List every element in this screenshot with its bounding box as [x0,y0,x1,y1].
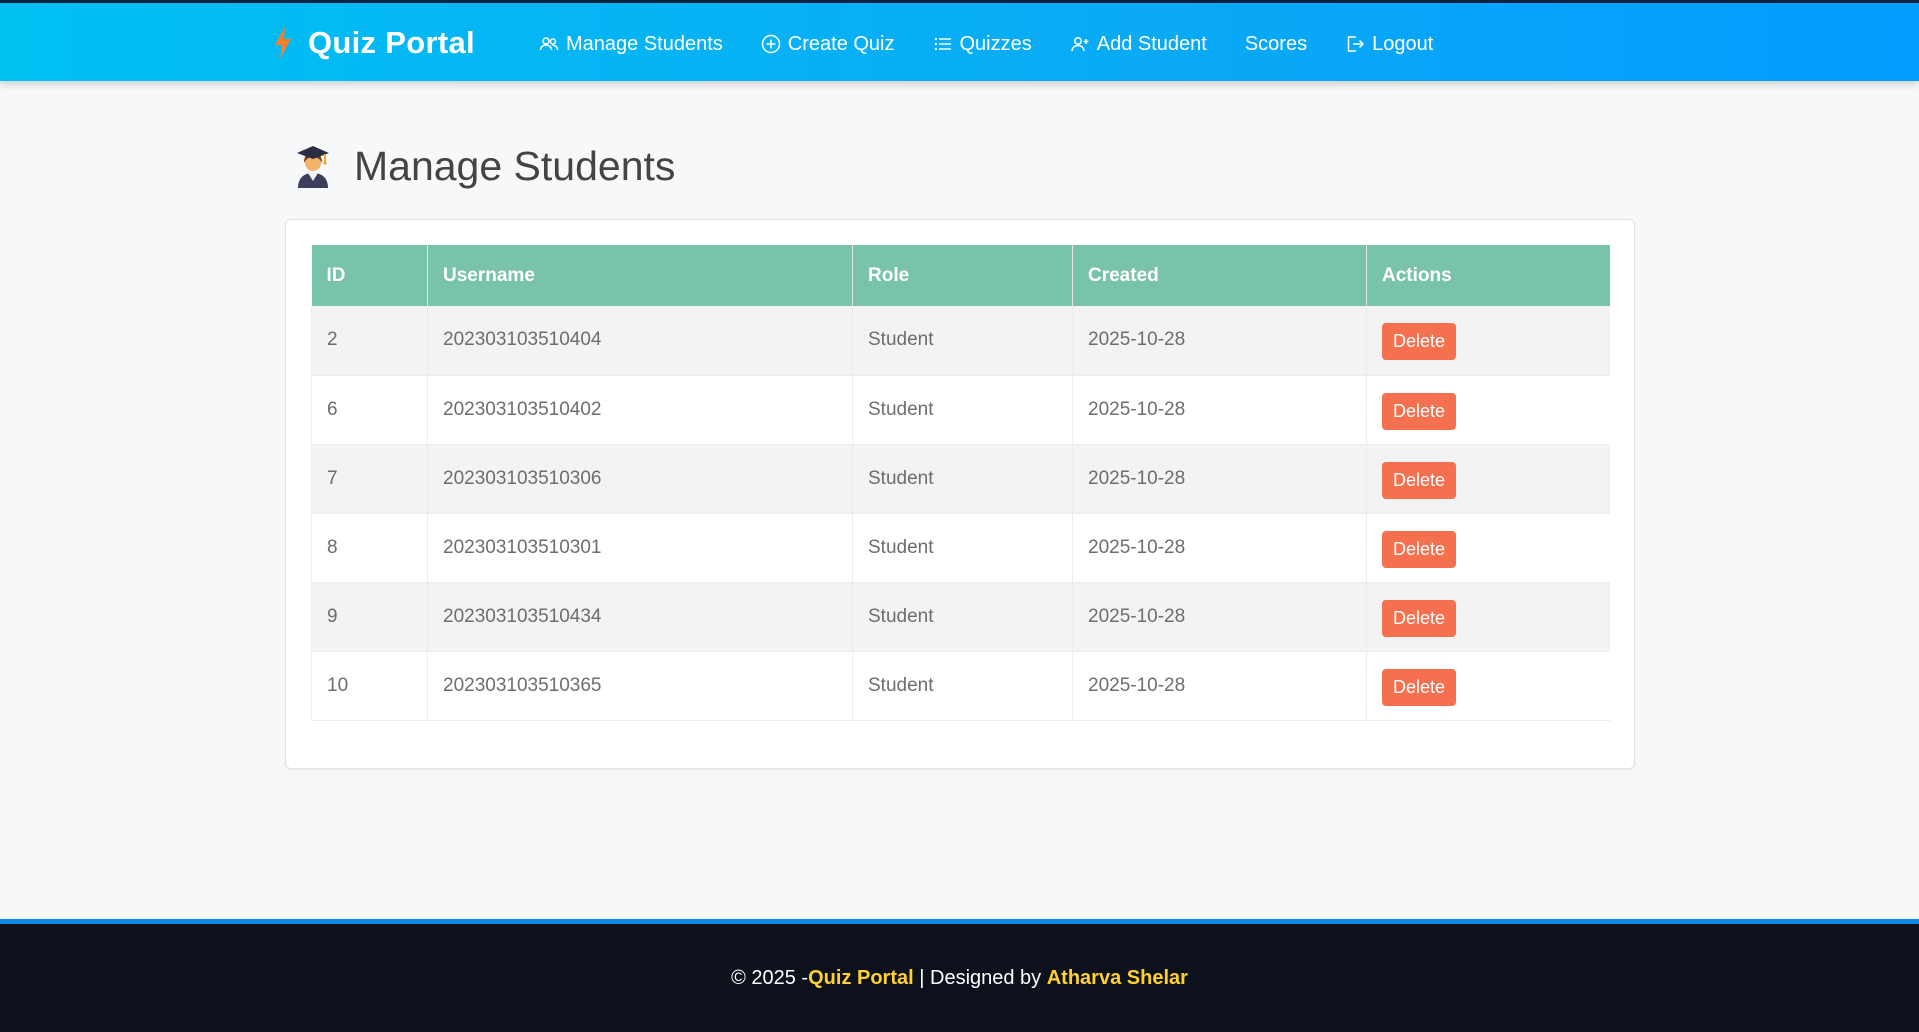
header-actions: Actions [1366,245,1610,306]
cell-actions: Delete [1366,375,1610,445]
cell-id: 9 [311,582,428,652]
table-row: 2 202303103510404 Student 2025-10-28 Del… [311,306,1610,376]
header-id: ID [311,245,428,306]
nav-links: Manage Students Create Quiz Quizzes Add … [520,23,1452,65]
nav-add-student[interactable]: Add Student [1051,33,1226,56]
page-title: Manage Students [354,142,676,189]
cell-id: 6 [311,375,428,445]
cell-role: Student [852,375,1073,445]
cell-role: Student [852,444,1073,514]
logout-icon [1347,36,1365,52]
cell-username: 202303103510404 [427,306,853,376]
cell-actions: Delete [1366,651,1610,721]
users-icon [539,37,559,51]
cell-role: Student [852,651,1073,721]
nav-label: Quizzes [959,32,1032,55]
cell-created: 2025-10-28 [1072,651,1367,721]
header-role: Role [852,245,1073,306]
cell-created: 2025-10-28 [1072,306,1367,376]
cell-actions: Delete [1366,306,1610,376]
delete-button[interactable]: Delete [1382,599,1457,637]
navbar: Quiz Portal Manage Students Create Quiz … [0,0,1919,81]
list-icon [934,37,951,51]
brand-link[interactable]: Quiz Portal [272,21,475,65]
footer-copyright: © 2025 - [731,966,809,989]
nav-label: Manage Students [566,32,723,55]
delete-button[interactable]: Delete [1382,668,1457,706]
user-plus-icon [1071,37,1089,52]
cell-created: 2025-10-28 [1072,375,1367,445]
cell-username: 202303103510365 [427,651,853,721]
table-row: 9 202303103510434 Student 2025-10-28 Del… [311,582,1610,652]
cell-role: Student [852,582,1073,652]
cell-id: 10 [311,651,428,721]
cell-role: Student [852,513,1073,583]
cell-created: 2025-10-28 [1072,444,1367,514]
table-header-row: ID Username Role Created Actions [311,245,1610,306]
table-row: 10 202303103510365 Student 2025-10-28 De… [311,651,1610,721]
nav-create-quiz[interactable]: Create Quiz [742,33,914,56]
nav-scores[interactable]: Scores [1226,33,1326,56]
nav-label: Create Quiz [787,32,895,55]
delete-button[interactable]: Delete [1382,392,1457,430]
table-row: 6 202303103510402 Student 2025-10-28 Del… [311,375,1610,445]
footer-brand: Quiz Portal [808,966,914,989]
nav-quizzes[interactable]: Quizzes [914,33,1051,56]
brand-title: Quiz Portal [308,25,475,60]
lightning-icon [275,27,291,59]
cell-id: 2 [311,306,428,376]
delete-button[interactable]: Delete [1382,323,1457,361]
cell-username: 202303103510306 [427,444,853,514]
cell-username: 202303103510434 [427,582,853,652]
nav-manage-students[interactable]: Manage Students [520,33,742,56]
nav-label: Scores [1244,32,1308,55]
cell-actions: Delete [1366,513,1610,583]
students-table: ID Username Role Created Actions 2 20230… [311,245,1610,721]
table-row: 7 202303103510306 Student 2025-10-28 Del… [311,444,1610,514]
cell-username: 202303103510402 [427,375,853,445]
nav-label: Add Student [1096,32,1207,55]
delete-button[interactable]: Delete [1382,530,1457,568]
table-row: 8 202303103510301 Student 2025-10-28 Del… [311,513,1610,583]
footer: © 2025 - Quiz Portal | Designed by Athar… [0,919,1919,1032]
nav-label: Logout [1372,32,1434,55]
footer-designed-by: | Designed by [913,966,1047,989]
cell-role: Student [852,306,1073,376]
header-created: Created [1072,245,1367,306]
students-card: ID Username Role Created Actions 2 20230… [285,219,1635,769]
delete-button[interactable]: Delete [1382,461,1457,499]
cell-created: 2025-10-28 [1072,582,1367,652]
student-graduate-icon [297,146,329,188]
plus-circle-icon [761,34,781,54]
cell-created: 2025-10-28 [1072,513,1367,583]
page-header: Manage Students [294,138,675,194]
header-username: Username [427,245,853,306]
cell-id: 8 [311,513,428,583]
cell-actions: Delete [1366,582,1610,652]
cell-actions: Delete [1366,444,1610,514]
cell-id: 7 [311,444,428,514]
footer-author: Atharva Shelar [1046,966,1188,989]
nav-logout[interactable]: Logout [1326,33,1452,56]
cell-username: 202303103510301 [427,513,853,583]
